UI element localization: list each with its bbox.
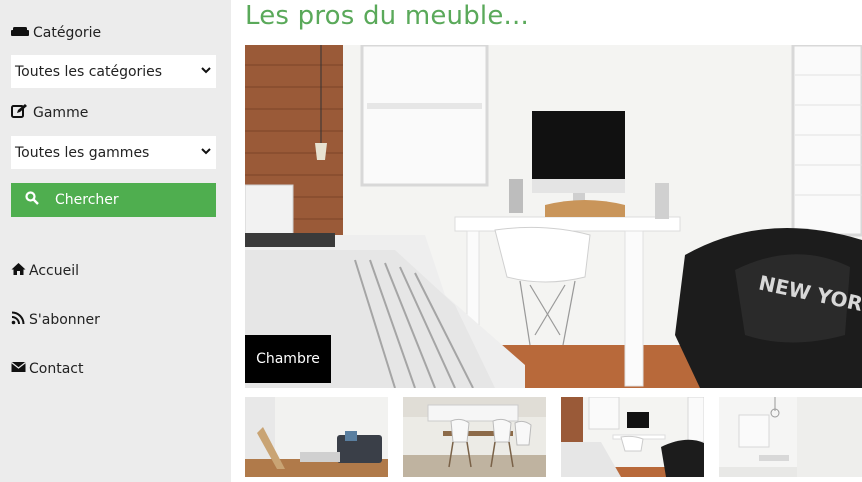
category-select-value: Toutes les catégories	[15, 63, 163, 80]
chevron-down-icon	[200, 64, 212, 80]
home-icon	[11, 262, 26, 280]
search-button[interactable]: Chercher	[11, 183, 216, 217]
category-label-text: Catégorie	[33, 25, 102, 41]
rss-icon	[11, 311, 26, 329]
range-select[interactable]: Toutes les gammes	[11, 136, 216, 169]
nav-subscribe-label: S'abonner	[29, 312, 100, 328]
hero-caption: Chambre	[245, 335, 331, 383]
nav-home-label: Accueil	[29, 263, 79, 279]
page-title: Les pros du meuble...	[245, 1, 529, 31]
envelope-icon	[11, 360, 26, 378]
category-label: Catégorie	[11, 24, 101, 42]
search-button-label: Chercher	[55, 192, 119, 208]
thumbnail-living-room[interactable]	[245, 397, 388, 477]
nav-home[interactable]: Accueil	[11, 262, 79, 280]
range-label-text: Gamme	[33, 105, 89, 121]
category-select[interactable]: Toutes les catégories	[11, 55, 216, 88]
nav-contact-label: Contact	[29, 361, 84, 377]
nav-contact[interactable]: Contact	[11, 360, 83, 378]
sidebar: Catégorie Toutes les catégories Gamme To…	[0, 0, 231, 482]
range-label: Gamme	[11, 104, 88, 122]
chevron-down-icon	[200, 145, 212, 161]
thumbnail-dining-room[interactable]	[403, 397, 546, 477]
search-icon	[11, 191, 55, 209]
range-select-value: Toutes les gammes	[15, 144, 150, 161]
nav-subscribe[interactable]: S'abonner	[11, 311, 100, 329]
edit-icon	[11, 104, 29, 122]
thumbnail-white-room[interactable]	[719, 397, 862, 477]
sofa-icon	[11, 24, 29, 42]
hero-image[interactable]: NEW YORK	[245, 45, 862, 388]
thumbnail-bedroom[interactable]	[561, 397, 704, 477]
